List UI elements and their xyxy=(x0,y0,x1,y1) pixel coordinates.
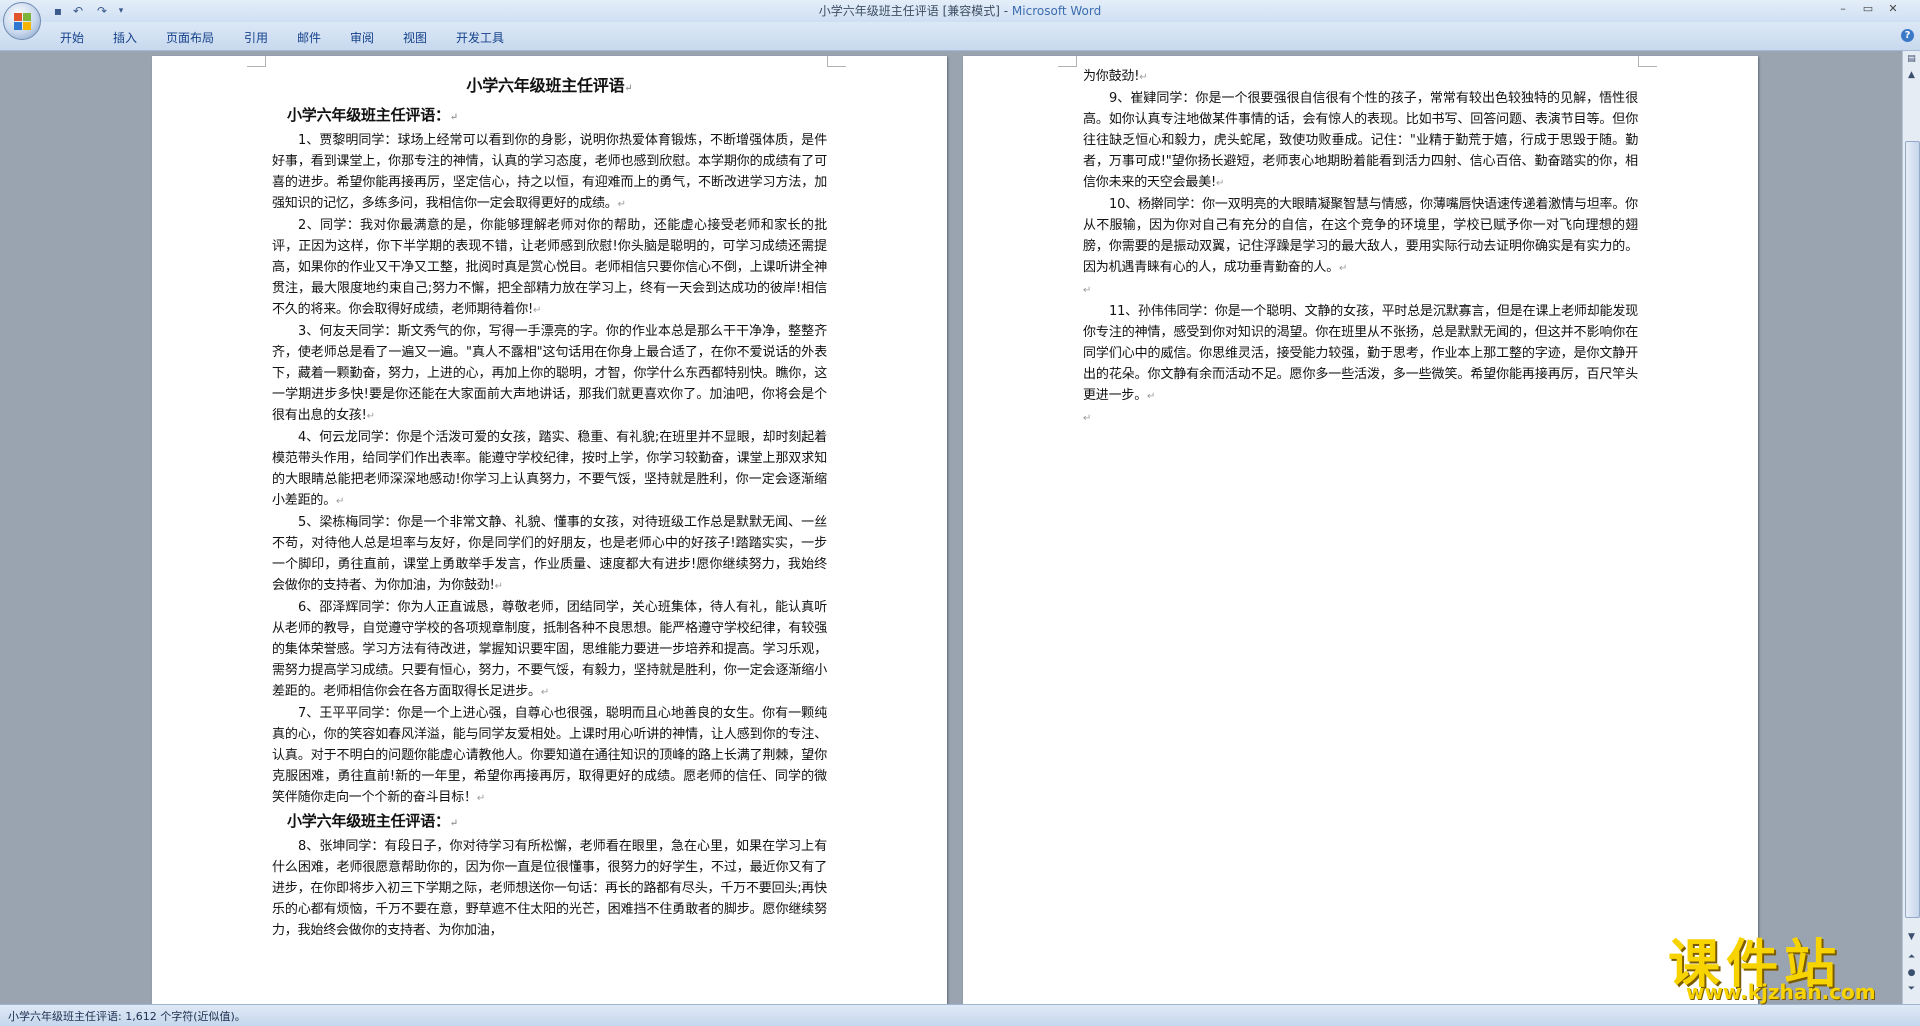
tab-view[interactable]: 视图 xyxy=(403,29,427,46)
comment-paragraph: 1、贾黎明同学：球场上经常可以看到你的身影，说明你热爱体育锻炼，不断增强体质，是… xyxy=(272,133,827,211)
watermark: 课件站 www.kjzhan.com xyxy=(1668,922,1898,1004)
app-name: Microsoft Word xyxy=(1011,4,1102,18)
vertical-scrollbar[interactable]: ▤ ▲ ▼ ⏶ ● ⏷ xyxy=(1902,51,1920,1004)
comment-continuation: 为你鼓劲! xyxy=(1083,69,1140,84)
document-heading: 小学六年级班主任评语 xyxy=(466,76,625,95)
watermark-url: www.kjzhan.com xyxy=(1686,980,1876,1004)
crop-mark xyxy=(247,56,266,67)
office-logo-icon xyxy=(14,13,32,31)
comment-paragraph: 2、同学：我对你最满意的是，你能够理解老师对你的帮助，还能虚心接受老师和家长的批… xyxy=(272,218,827,317)
customize-quick-access-icon[interactable]: ▾ xyxy=(113,3,129,19)
page-1-body: 小学六年级班主任评语↵ 小学六年级班主任评语：↵ 1、贾黎明同学：球场上经常可以… xyxy=(272,76,827,938)
page-2-body: 为你鼓劲!↵ 9、崔肄同学：你是一个很要强很自信很有个性的孩子，常常有较出色较独… xyxy=(1083,69,1638,424)
page-1[interactable]: 小学六年级班主任评语↵ 小学六年级班主任评语：↵ 1、贾黎明同学：球场上经常可以… xyxy=(152,56,947,1004)
word-count-status[interactable]: 小学六年级班主任评语: 1,612 个字符(近似值)。 xyxy=(8,1008,246,1024)
tab-page-layout[interactable]: 页面布局 xyxy=(166,29,214,46)
scroll-down-icon[interactable]: ▼ xyxy=(1905,931,1918,944)
close-button[interactable]: ✕ xyxy=(1882,2,1904,18)
tab-mailings[interactable]: 邮件 xyxy=(297,29,321,46)
tab-review[interactable]: 审阅 xyxy=(350,29,374,46)
comment-paragraph: 10、杨擀同学：你一双明亮的大眼睛凝聚智慧与情感，你薄嘴唇快语速传递着激情与坦率… xyxy=(1083,197,1638,275)
title-bar: 小学六年级班主任评语 [兼容模式] - Microsoft Word ▪ ↶ ↷… xyxy=(0,0,1920,22)
tab-references[interactable]: 引用 xyxy=(244,29,268,46)
help-icon[interactable]: ? xyxy=(1901,29,1914,42)
scrollbar-thumb[interactable] xyxy=(1905,141,1920,918)
minimize-button[interactable]: – xyxy=(1832,2,1854,18)
crop-mark xyxy=(827,56,846,67)
page-2[interactable]: 为你鼓劲!↵ 9、崔肄同学：你是一个很要强很自信很有个性的孩子，常常有较出色较独… xyxy=(963,56,1758,1004)
ribbon-tabs: 开始 插入 页面布局 引用 邮件 审阅 视图 开发工具 xyxy=(0,22,1920,51)
next-page-icon[interactable]: ⏷ xyxy=(1905,983,1918,996)
window-title: 小学六年级班主任评语 [兼容模式] - Microsoft Word xyxy=(0,0,1920,22)
redo-icon[interactable]: ↷ xyxy=(94,3,110,19)
tab-insert[interactable]: 插入 xyxy=(113,29,137,46)
document-title: 小学六年级班主任评语 [兼容模式] - xyxy=(818,4,1012,18)
section-heading: 小学六年级班主任评语： xyxy=(287,812,450,830)
undo-icon[interactable]: ↶ xyxy=(70,3,86,19)
maximize-button[interactable]: ▭ xyxy=(1857,2,1879,18)
comment-paragraph: 6、邵泽辉同学：你为人正直诚恳，尊敬老师，团结同学，关心班集体，待人有礼，能认真… xyxy=(272,600,827,699)
comment-paragraph: 4、何云龙同学：你是个活泼可爱的女孩，踏实、稳重、有礼貌;在班里并不显眼，却时刻… xyxy=(272,430,827,508)
status-bar: 小学六年级班主任评语: 1,612 个字符(近似值)。 xyxy=(0,1004,1920,1026)
browse-object-icon[interactable]: ● xyxy=(1905,967,1918,980)
tab-developer[interactable]: 开发工具 xyxy=(456,29,504,46)
comment-paragraph: 7、王平平同学：你是一个上进心强，自尊心也很强，聪明而且心地善良的女生。你有一颗… xyxy=(272,706,827,805)
comment-paragraph: 9、崔肄同学：你是一个很要强很自信很有个性的孩子，常常有较出色较独特的见解，悟性… xyxy=(1083,91,1638,190)
comment-paragraph: 5、梁栋梅同学：你是一个非常文静、礼貌、懂事的女孩，对待班级工作总是默默无闻、一… xyxy=(272,515,827,593)
document-area[interactable]: 小学六年级班主任评语↵ 小学六年级班主任评语：↵ 1、贾黎明同学：球场上经常可以… xyxy=(0,51,1902,1004)
section-heading: 小学六年级班主任评语： xyxy=(287,106,450,124)
office-button[interactable] xyxy=(3,2,41,40)
comment-paragraph: 11、孙伟伟同学：你是一个聪明、文静的女孩，平时总是沉默寡言，但是在课上老师却能… xyxy=(1083,304,1638,403)
ruler-toggle-icon[interactable]: ▤ xyxy=(1905,53,1918,66)
comment-paragraph: 8、张坤同学：有段日子，你对待学习有所松懈，老师看在眼里，急在心里，如果在学习上… xyxy=(272,839,827,938)
save-icon[interactable]: ▪ xyxy=(50,3,66,19)
tab-home[interactable]: 开始 xyxy=(60,29,84,46)
comment-paragraph: 3、何友天同学：斯文秀气的你，写得一手漂亮的字。你的作业本总是那么干干净净，整整… xyxy=(272,324,827,423)
crop-mark xyxy=(1638,56,1657,67)
crop-mark xyxy=(1058,56,1077,67)
previous-page-icon[interactable]: ⏶ xyxy=(1905,951,1918,964)
scroll-up-icon[interactable]: ▲ xyxy=(1905,69,1918,82)
